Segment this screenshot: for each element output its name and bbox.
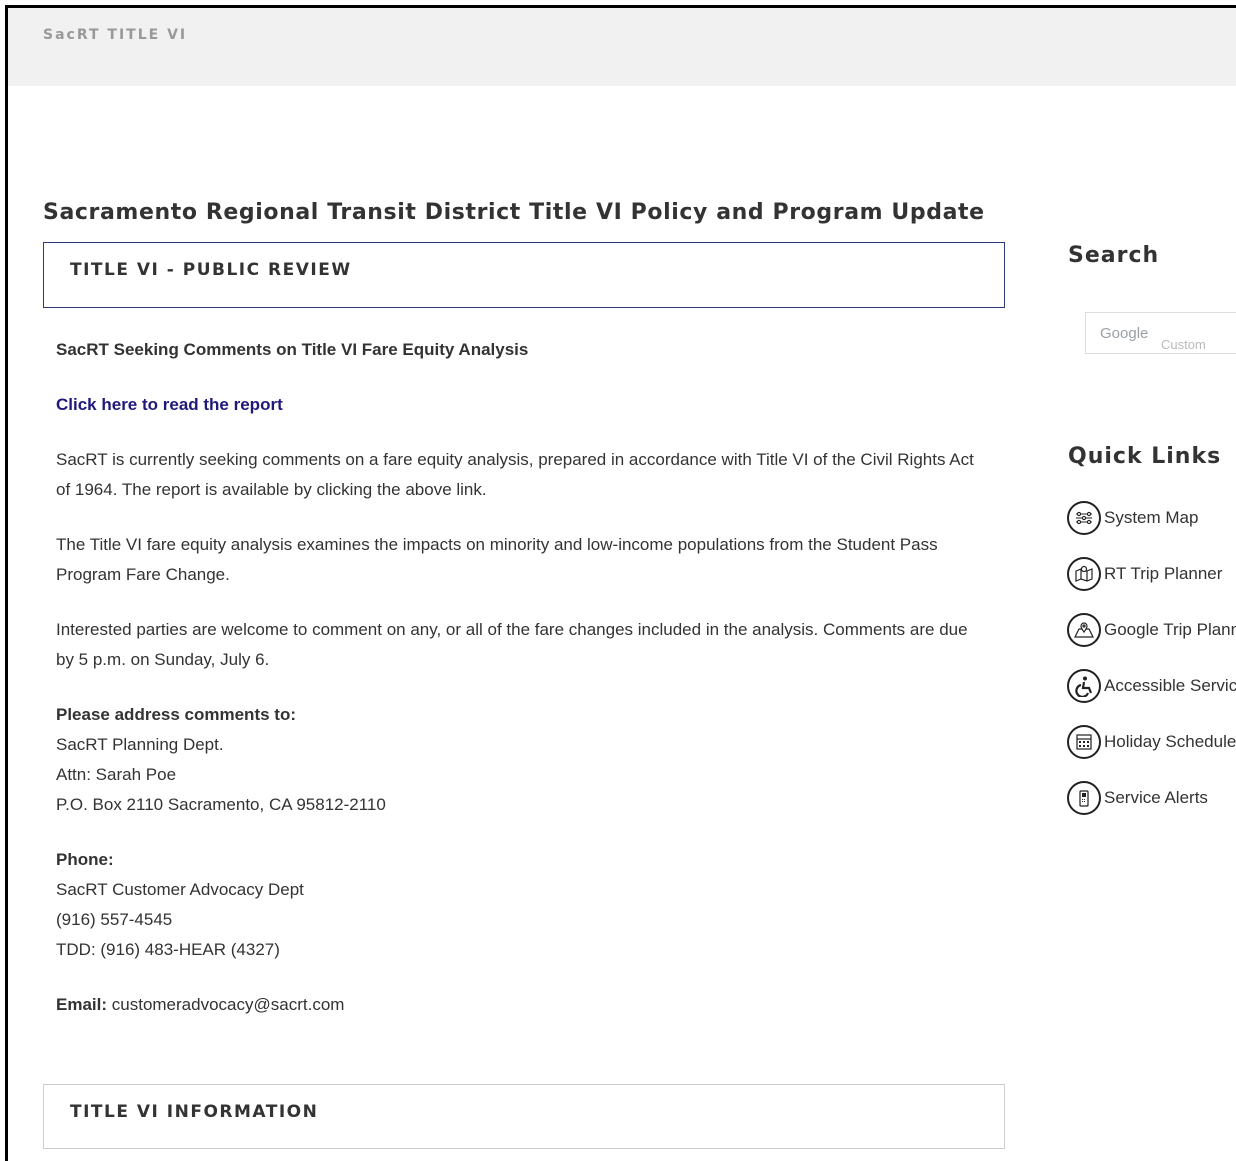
site-brand[interactable]: SacRT TITLE VI xyxy=(43,27,187,43)
phone-block: Phone: SacRT Customer Advocacy Dept (916… xyxy=(56,845,986,965)
calendar-icon xyxy=(1067,725,1101,759)
quick-link-label: System Map xyxy=(1104,508,1199,527)
quick-link-google-trip-planner[interactable]: Google Trip Planner xyxy=(1067,602,1236,658)
email-label: Email: xyxy=(56,995,108,1014)
quick-link-holiday-schedule[interactable]: Holiday Schedule xyxy=(1067,714,1236,770)
paragraph-intro: SacRT is currently seeking comments on a… xyxy=(56,450,974,499)
address-line: Attn: Sarah Poe xyxy=(56,765,177,784)
paragraph-analysis: The Title VI fare equity analysis examin… xyxy=(56,535,938,584)
trip-planner-icon xyxy=(1067,557,1101,591)
report-link[interactable]: Click here to read the report xyxy=(56,395,283,414)
search-box[interactable]: Google Custom Search xyxy=(1085,312,1236,354)
map-pin-icon xyxy=(1067,613,1101,647)
email-block: Email: customeradvocacy@sacrt.com xyxy=(56,990,986,1020)
address-line: SacRT Planning Dept. xyxy=(56,735,224,754)
top-bar: SacRT TITLE VI xyxy=(8,8,1236,86)
wheelchair-icon xyxy=(1067,669,1101,703)
main-content: SacRT Seeking Comments on Title VI Fare … xyxy=(56,335,986,1045)
address-label: Please address comments to: xyxy=(56,705,296,724)
address-line: P.O. Box 2110 Sacramento, CA 95812-2110 xyxy=(56,795,386,814)
paragraph-comments: Interested parties are welcome to commen… xyxy=(56,620,968,669)
phone-line: TDD: (916) 483-HEAR (4327) xyxy=(56,940,280,959)
search-heading: Search xyxy=(1068,243,1160,268)
page-title: Sacramento Regional Transit District Tit… xyxy=(43,200,985,225)
quick-link-label: Holiday Schedule xyxy=(1104,732,1236,751)
address-block: Please address comments to: SacRT Planni… xyxy=(56,700,986,820)
quick-links-heading: Quick Links xyxy=(1068,444,1222,469)
quick-link-label: Google Trip Planner xyxy=(1104,620,1236,639)
quick-link-accessible-services[interactable]: Accessible Services xyxy=(1067,658,1236,714)
phone-line: (916) 557-4545 xyxy=(56,910,173,929)
quick-link-label: Service Alerts xyxy=(1104,788,1208,807)
quick-link-label: RT Trip Planner xyxy=(1104,564,1223,583)
system-map-icon xyxy=(1067,501,1101,535)
quick-link-service-alerts[interactable]: Service Alerts xyxy=(1067,770,1236,826)
phone-icon xyxy=(1067,781,1101,815)
quick-link-label: Accessible Services xyxy=(1104,676,1236,695)
quick-link-rt-trip-planner[interactable]: RT Trip Planner xyxy=(1067,546,1236,602)
phone-line: SacRT Customer Advocacy Dept xyxy=(56,880,304,899)
quick-link-system-map[interactable]: System Map xyxy=(1067,490,1236,546)
frame-border-left xyxy=(5,5,8,1161)
title-vi-information-heading: TITLE VI INFORMATION xyxy=(70,1102,319,1122)
phone-label: Phone: xyxy=(56,850,114,869)
title-vi-information-panel[interactable]: TITLE VI INFORMATION xyxy=(43,1084,1005,1149)
public-review-heading: TITLE VI - PUBLIC REVIEW xyxy=(70,260,352,280)
quick-links-list: System Map RT Trip Planner Google Trip P… xyxy=(1067,490,1236,826)
search-input[interactable] xyxy=(1086,313,1236,353)
public-review-panel[interactable]: TITLE VI - PUBLIC REVIEW xyxy=(43,242,1005,308)
email-value: customeradvocacy@sacrt.com xyxy=(111,995,345,1014)
content-subheading: SacRT Seeking Comments on Title VI Fare … xyxy=(56,340,529,359)
